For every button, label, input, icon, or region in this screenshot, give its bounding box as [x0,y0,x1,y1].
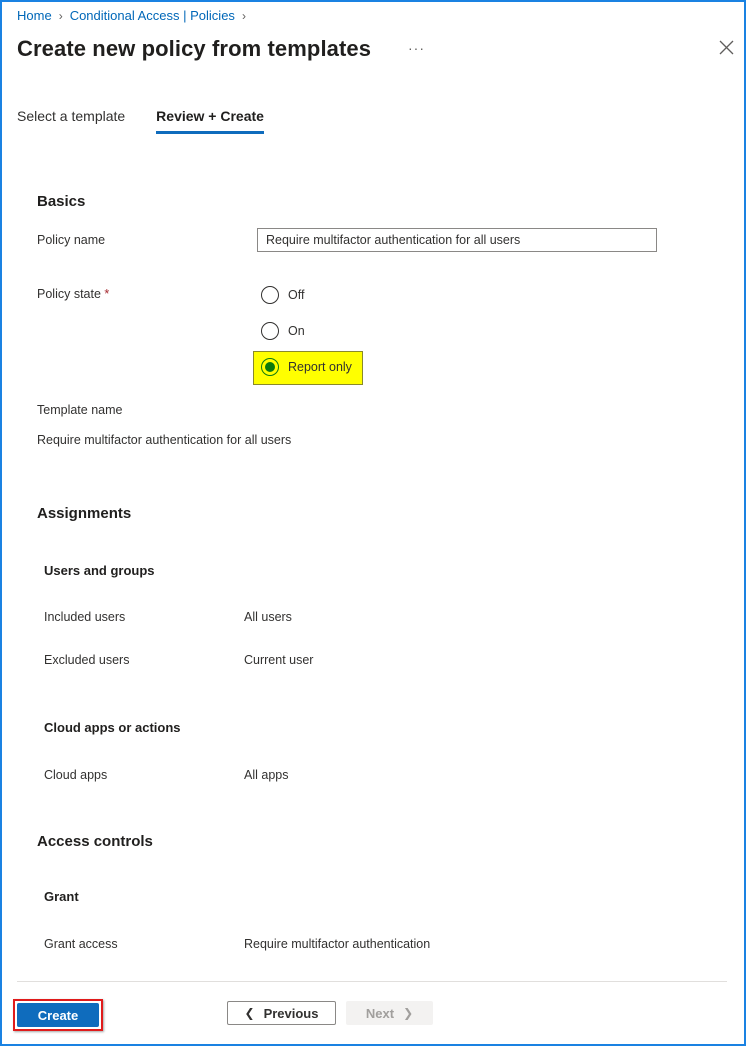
policy-state-report-only-radio[interactable]: Report only [261,358,352,376]
radio-checked-icon [261,358,279,376]
breadcrumb: Home › Conditional Access | Policies › [17,8,253,23]
breadcrumb-conditional-access-link[interactable]: Conditional Access | Policies [70,8,235,23]
template-name-label: Template name [37,403,123,417]
policy-name-label: Policy name [37,233,106,247]
previous-label: Previous [263,1005,319,1021]
tab-select-a-template[interactable]: Select a template [17,108,125,132]
radio-label: Report only [288,360,352,374]
chevron-right-icon: ❯ [403,1006,414,1020]
next-button: Next ❯ [346,1001,433,1025]
previous-button[interactable]: ❮ Previous [227,1001,336,1025]
footer-divider [17,981,727,982]
included-users-label: Included users [44,610,126,624]
access-controls-heading: Access controls [37,833,153,850]
chevron-right-icon: › [241,8,246,23]
radio-unchecked-icon [261,286,279,304]
policy-state-label: Policy state * [37,287,109,301]
radio-unchecked-icon [261,322,279,340]
cloud-apps-label: Cloud apps [44,768,108,782]
grant-access-label: Grant access [44,937,118,951]
wizard-tabs: Select a template Review + Create [17,108,264,134]
excluded-users-label: Excluded users [44,653,130,667]
policy-state-on-radio[interactable]: On [261,322,305,340]
basics-heading: Basics [37,193,86,210]
chevron-left-icon: ❮ [244,1006,255,1020]
create-button[interactable]: Create [17,1003,99,1027]
next-label: Next [365,1005,395,1021]
cloud-apps-heading: Cloud apps or actions [44,720,181,735]
assignments-heading: Assignments [37,505,132,522]
policy-state-label-text: Policy state [37,287,101,301]
included-users-value: All users [244,610,292,624]
window-border [0,0,746,1046]
close-icon[interactable] [717,38,737,58]
ellipsis-icon[interactable]: ··· [408,40,425,56]
users-and-groups-heading: Users and groups [44,563,155,578]
policy-name-input[interactable] [257,228,657,252]
excluded-users-value: Current user [244,653,314,667]
cloud-apps-value: All apps [244,768,289,782]
radio-label: On [288,324,305,338]
grant-access-value: Require multifactor authentication [244,937,431,951]
chevron-right-icon: › [58,8,63,23]
required-marker: * [104,287,110,301]
breadcrumb-home-link[interactable]: Home [17,8,52,23]
template-name-value: Require multifactor authentication for a… [37,433,292,447]
radio-label: Off [288,288,305,302]
grant-heading: Grant [44,889,79,904]
tab-review-create[interactable]: Review + Create [156,108,264,134]
page-title: Create new policy from templates [17,36,372,61]
policy-state-off-radio[interactable]: Off [261,286,304,304]
